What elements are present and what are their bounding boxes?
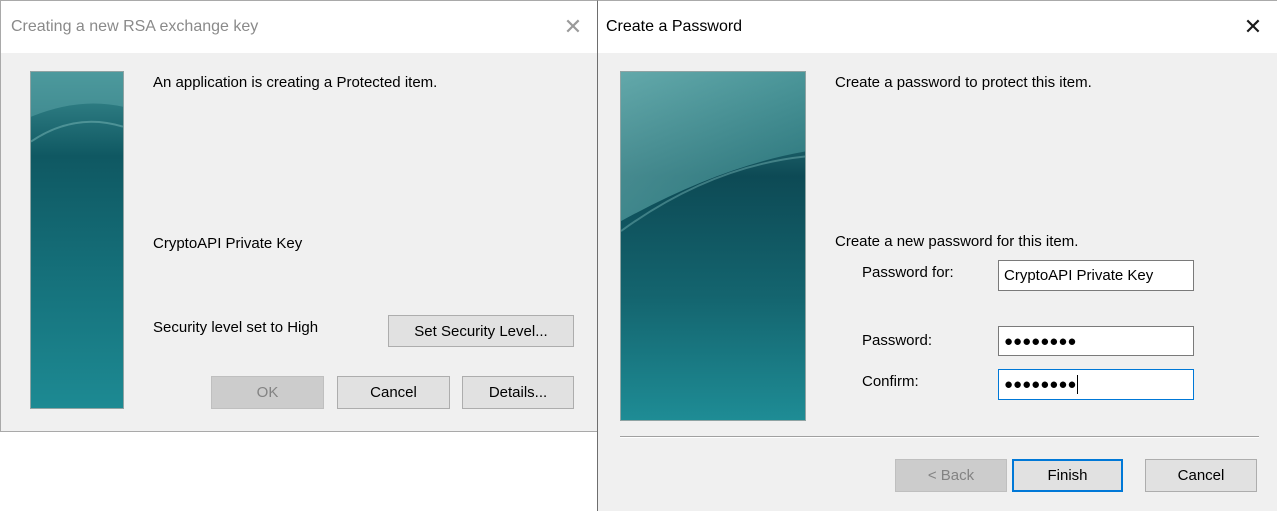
- cancel-button[interactable]: Cancel: [337, 376, 450, 409]
- password-for-field[interactable]: CryptoAPI Private Key: [998, 260, 1194, 291]
- banner-image: [30, 71, 124, 409]
- intro-text: Create a password to protect this item.: [835, 74, 1092, 91]
- dialog-title: Create a Password: [606, 18, 743, 35]
- title-bar: Creating a new RSA exchange key ✕: [1, 1, 597, 53]
- close-icon[interactable]: ✕: [1235, 11, 1271, 43]
- cancel-button[interactable]: Cancel: [1145, 459, 1257, 492]
- set-security-level-button[interactable]: Set Security Level...: [388, 315, 574, 347]
- rsa-key-dialog: Creating a new RSA exchange key ✕ An app…: [0, 0, 598, 432]
- finish-button[interactable]: Finish: [1012, 459, 1123, 492]
- close-icon[interactable]: ✕: [555, 11, 591, 43]
- password-mask: ●●●●●●●●: [1004, 332, 1077, 350]
- instruction-text: Create a new password for this item.: [835, 233, 1079, 250]
- back-button[interactable]: < Back: [895, 459, 1007, 492]
- password-for-value: CryptoAPI Private Key: [1004, 267, 1154, 284]
- confirm-input[interactable]: ●●●●●●●●: [998, 369, 1194, 400]
- password-for-label: Password for:: [862, 264, 954, 281]
- confirm-label: Confirm:: [862, 373, 919, 390]
- text-caret: [1077, 375, 1079, 394]
- dialog-title: Creating a new RSA exchange key: [11, 18, 259, 35]
- details-button[interactable]: Details...: [462, 376, 574, 409]
- item-name-text: CryptoAPI Private Key: [153, 235, 303, 252]
- confirm-mask: ●●●●●●●●: [1004, 376, 1077, 393]
- ok-button[interactable]: OK: [211, 376, 324, 409]
- separator: [620, 436, 1259, 438]
- title-bar: Create a Password ✕: [598, 1, 1277, 53]
- message-text: An application is creating a Protected i…: [153, 74, 438, 91]
- password-input[interactable]: ●●●●●●●●: [998, 326, 1194, 356]
- security-level-text: Security level set to High: [153, 319, 319, 336]
- banner-image: [620, 71, 806, 421]
- password-label: Password:: [862, 332, 933, 349]
- create-password-dialog: Create a Password ✕ Create a password to…: [597, 0, 1277, 511]
